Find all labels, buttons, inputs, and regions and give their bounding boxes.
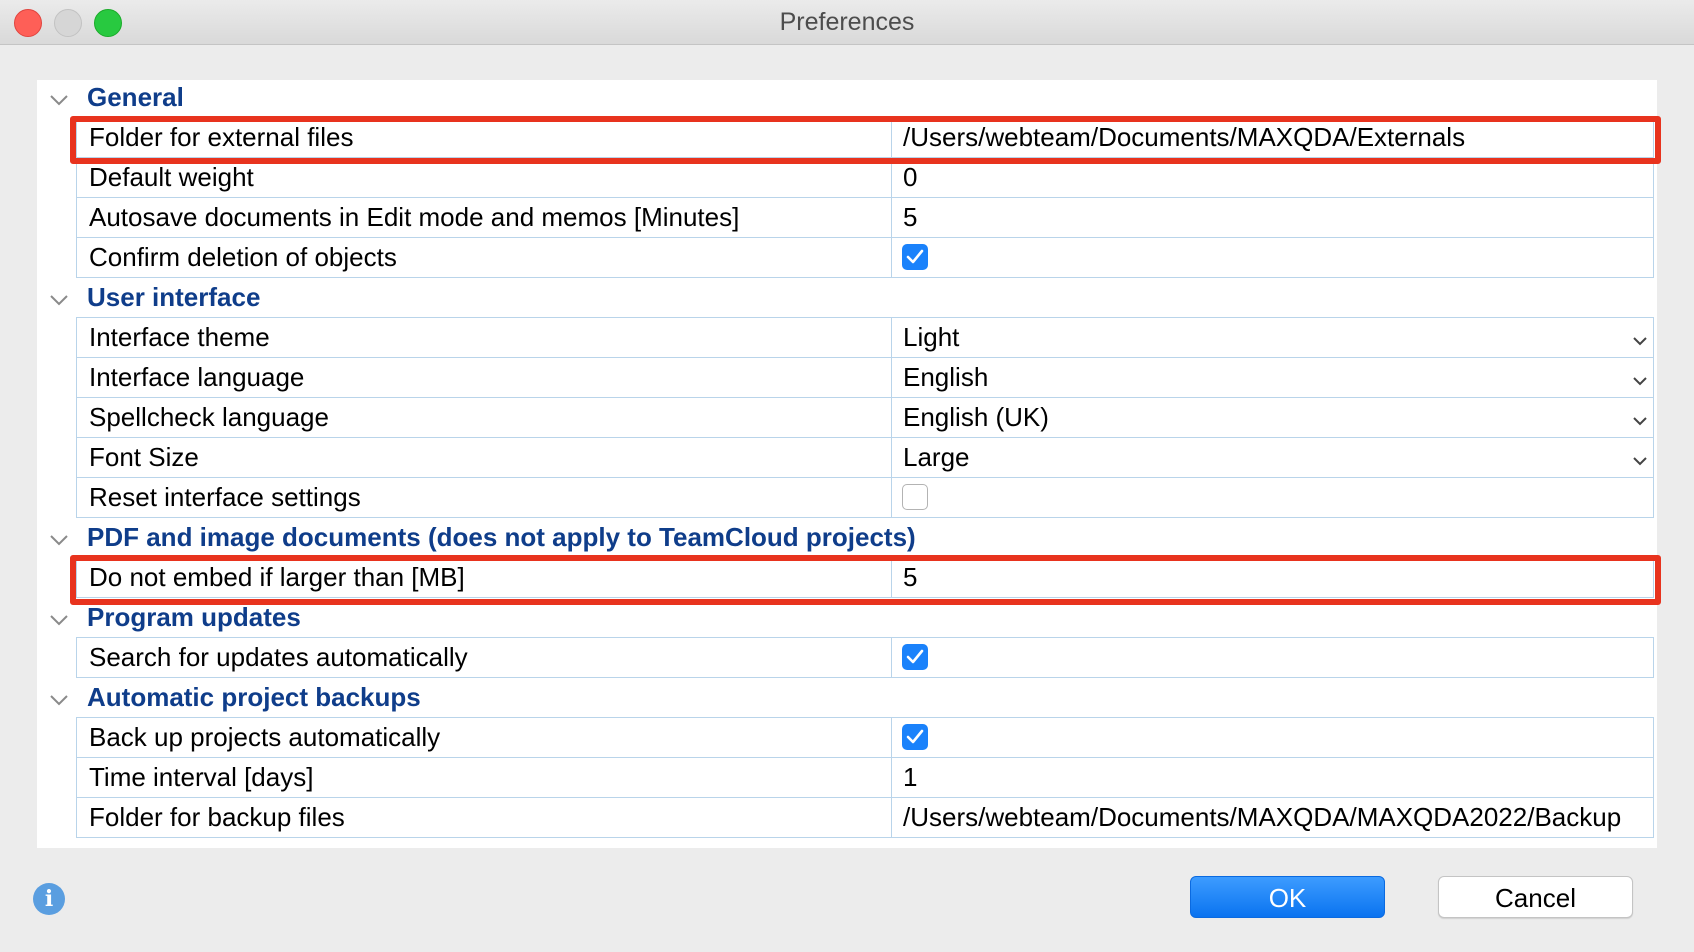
- chevron-down-icon[interactable]: [1631, 412, 1649, 430]
- row-default-weight[interactable]: Default weight 0: [76, 157, 1654, 197]
- row-label: Font Size: [89, 442, 199, 472]
- row-reset-interface[interactable]: Reset interface settings: [76, 477, 1654, 518]
- row-label: Spellcheck language: [89, 402, 329, 432]
- row-label: Search for updates automatically: [89, 642, 468, 672]
- chevron-down-icon[interactable]: [47, 528, 71, 552]
- section-title: User interface: [87, 282, 261, 312]
- column-divider: [891, 238, 892, 277]
- row-label: Autosave documents in Edit mode and memo…: [89, 202, 740, 232]
- column-divider: [891, 318, 892, 357]
- row-embed-limit[interactable]: Do not embed if larger than [MB] 5: [76, 557, 1654, 598]
- column-divider: [891, 798, 892, 837]
- reset-interface-checkbox[interactable]: [902, 484, 928, 510]
- row-spellcheck-language[interactable]: Spellcheck language English (UK): [76, 397, 1654, 437]
- chevron-down-icon[interactable]: [1631, 452, 1649, 470]
- row-label: Interface theme: [89, 322, 270, 352]
- checkmark-icon: [906, 649, 924, 664]
- row-label: Confirm deletion of objects: [89, 242, 397, 272]
- time-interval-value[interactable]: 1: [903, 762, 917, 793]
- column-divider: [891, 358, 892, 397]
- section-title: Automatic project backups: [87, 682, 421, 712]
- chevron-down-icon[interactable]: [47, 288, 71, 312]
- row-label: Do not embed if larger than [MB]: [89, 562, 465, 592]
- chevron-down-icon[interactable]: [47, 688, 71, 712]
- row-time-interval[interactable]: Time interval [days] 1: [76, 757, 1654, 797]
- chevron-down-icon[interactable]: [47, 608, 71, 632]
- confirm-deletion-checkbox[interactable]: [902, 244, 928, 270]
- column-divider: [891, 158, 892, 197]
- row-label: Time interval [days]: [89, 762, 314, 792]
- row-label: Reset interface settings: [89, 482, 361, 512]
- window-title: Preferences: [779, 8, 915, 36]
- chevron-down-icon[interactable]: [1631, 332, 1649, 350]
- search-updates-checkbox[interactable]: [902, 644, 928, 670]
- title-bar: Preferences: [0, 0, 1694, 45]
- section-title: Program updates: [87, 602, 301, 632]
- column-divider: [891, 558, 892, 597]
- row-autosave[interactable]: Autosave documents in Edit mode and memo…: [76, 197, 1654, 237]
- chevron-down-icon[interactable]: [1631, 372, 1649, 390]
- row-label: Back up projects automatically: [89, 722, 441, 752]
- interface-theme-select[interactable]: Light: [903, 322, 959, 353]
- column-divider: [891, 638, 892, 677]
- checkmark-icon: [906, 729, 924, 744]
- spellcheck-language-select[interactable]: English (UK): [903, 402, 1049, 433]
- column-divider: [891, 398, 892, 437]
- section-program-updates[interactable]: Program updates: [37, 600, 1657, 640]
- row-label: Folder for external files: [89, 122, 354, 152]
- row-backup-folder[interactable]: Folder for backup files /Users/webteam/D…: [76, 797, 1654, 838]
- row-label: Folder for backup files: [89, 802, 345, 832]
- row-label: Interface language: [89, 362, 305, 392]
- row-font-size[interactable]: Font Size Large: [76, 437, 1654, 477]
- row-backup-auto[interactable]: Back up projects automatically: [76, 717, 1654, 757]
- backup-folder-value[interactable]: /Users/webteam/Documents/MAXQDA/MAXQDA20…: [903, 802, 1621, 833]
- column-divider: [891, 758, 892, 797]
- row-confirm-deletion[interactable]: Confirm deletion of objects: [76, 237, 1654, 278]
- chevron-down-icon[interactable]: [47, 88, 71, 112]
- column-divider: [891, 118, 892, 157]
- autosave-value[interactable]: 5: [903, 202, 917, 233]
- section-general[interactable]: General: [37, 80, 1657, 120]
- row-interface-theme[interactable]: Interface theme Light: [76, 317, 1654, 357]
- default-weight-value[interactable]: 0: [903, 162, 917, 193]
- column-divider: [891, 478, 892, 517]
- column-divider: [891, 718, 892, 757]
- column-divider: [891, 438, 892, 477]
- preferences-panel: General Folder for external files /Users…: [37, 80, 1661, 848]
- row-interface-language[interactable]: Interface language English: [76, 357, 1654, 397]
- font-size-select[interactable]: Large: [903, 442, 970, 473]
- cancel-button[interactable]: Cancel: [1438, 876, 1633, 918]
- embed-limit-value[interactable]: 5: [903, 562, 917, 593]
- row-search-updates[interactable]: Search for updates automatically: [76, 637, 1654, 678]
- ok-button[interactable]: OK: [1190, 876, 1385, 918]
- section-title: PDF and image documents (does not apply …: [87, 522, 916, 552]
- checkmark-icon: [906, 249, 924, 264]
- backup-auto-checkbox[interactable]: [902, 724, 928, 750]
- section-project-backups[interactable]: Automatic project backups: [37, 680, 1657, 720]
- preferences-window: Preferences General Folder for external …: [0, 0, 1694, 952]
- section-title: General: [87, 82, 184, 112]
- external-folder-value[interactable]: /Users/webteam/Documents/MAXQDA/External…: [903, 122, 1465, 153]
- info-icon[interactable]: i: [33, 883, 65, 915]
- interface-language-select[interactable]: English: [903, 362, 988, 393]
- section-user-interface[interactable]: User interface: [37, 280, 1657, 320]
- section-pdf-images[interactable]: PDF and image documents (does not apply …: [37, 520, 1657, 560]
- row-label: Default weight: [89, 162, 254, 192]
- column-divider: [891, 198, 892, 237]
- row-external-folder[interactable]: Folder for external files /Users/webteam…: [76, 117, 1654, 157]
